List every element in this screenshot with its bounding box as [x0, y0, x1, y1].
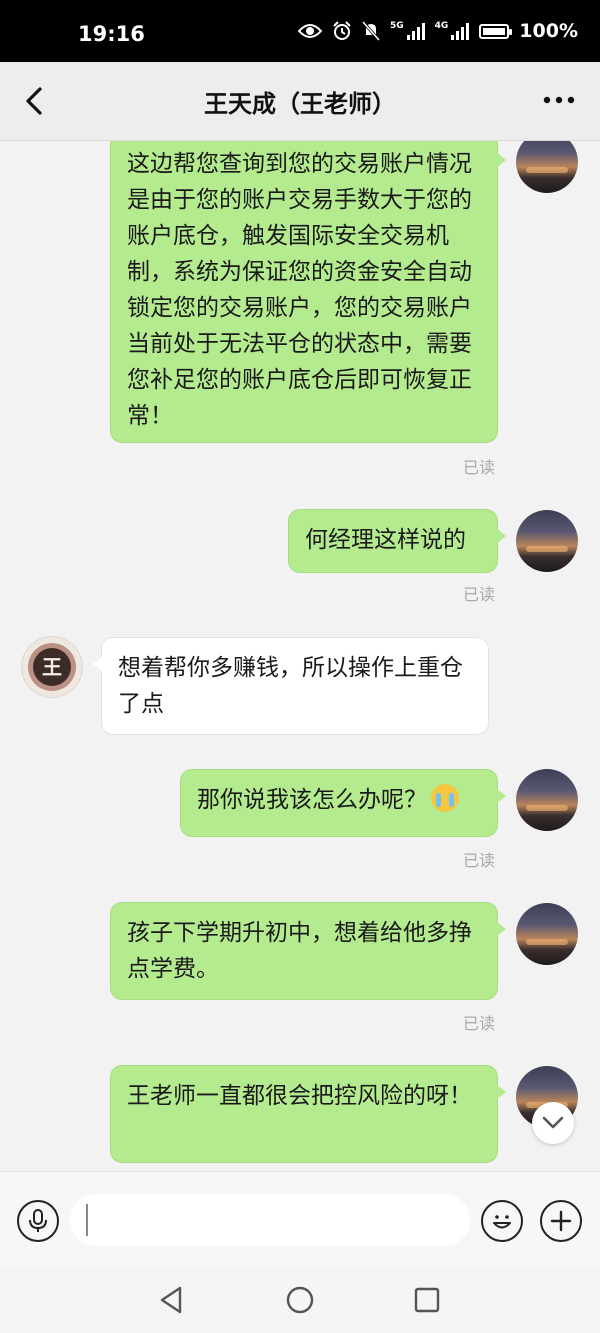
- message-text: 这边帮您查询到您的交易账户情况是由于您的账户交易手数大于您的账户底仓，触发国际安…: [127, 151, 472, 429]
- message-bubble-sent[interactable]: 那你说我该怎么办呢？: [180, 769, 506, 837]
- user-avatar[interactable]: [516, 769, 578, 831]
- message-text: 何经理这样说的: [305, 527, 466, 553]
- chevron-down-icon: [542, 1116, 564, 1129]
- message-text: 那你说我该怎么办呢？: [197, 787, 427, 813]
- read-status: 已读: [463, 458, 496, 477]
- mute-icon: [361, 21, 380, 41]
- system-nav-bar: [0, 1267, 600, 1333]
- avatar-letter: 王: [33, 648, 71, 686]
- user-avatar[interactable]: [516, 510, 578, 572]
- chat-header: 王天成（王老师）: [0, 62, 600, 141]
- read-status: 已读: [463, 851, 496, 870]
- input-bar: [0, 1171, 600, 1268]
- alarm-icon: [333, 21, 351, 40]
- eye-icon: [297, 24, 322, 38]
- emoji-button[interactable]: [481, 1200, 523, 1242]
- more-dots-icon[interactable]: [542, 90, 576, 110]
- crying-face-icon: [431, 784, 459, 812]
- plus-button[interactable]: [540, 1200, 582, 1242]
- message-input[interactable]: [70, 1194, 470, 1246]
- user-avatar[interactable]: [516, 141, 578, 193]
- signal-icon-4g: 4G: [435, 22, 470, 40]
- signal-icon-5g: 5G: [390, 22, 425, 40]
- status-icons: 5G 4G 100%: [297, 20, 578, 42]
- battery-percent: 100%: [519, 20, 578, 42]
- scroll-to-bottom-button[interactable]: [532, 1102, 574, 1144]
- battery-icon: [479, 23, 513, 39]
- nav-back-icon[interactable]: [156, 1284, 188, 1316]
- message-text: 孩子下学期升初中，想着给他多挣点学费。: [127, 920, 472, 982]
- plus-icon: [550, 1210, 572, 1232]
- read-status: 已读: [463, 1014, 496, 1033]
- network-label-5g: 5G: [389, 21, 404, 31]
- voice-button[interactable]: [17, 1200, 59, 1242]
- nav-recents-icon[interactable]: [411, 1284, 443, 1316]
- teacher-avatar[interactable]: 王: [22, 637, 82, 697]
- message-bubble-received[interactable]: 想着帮你多赚钱，所以操作上重仓了点: [93, 637, 489, 735]
- read-status: 已读: [463, 585, 496, 604]
- message-bubble-sent[interactable]: 王老师一直都很会把控风险的呀！: [110, 1065, 506, 1163]
- nav-home-icon[interactable]: [284, 1284, 316, 1316]
- chat-title: 王天成（王老师）: [204, 90, 396, 118]
- network-label-4g: 4G: [434, 21, 449, 31]
- message-text: 想着帮你多赚钱，所以操作上重仓了点: [118, 655, 463, 717]
- message-text: 王老师一直都很会把控风险的呀！: [127, 1083, 472, 1109]
- message-list[interactable]: 这边帮您查询到您的交易账户情况是由于您的账户交易手数大于您的账户底仓，触发国际安…: [0, 141, 600, 1171]
- microphone-icon: [29, 1209, 47, 1232]
- emoji-icon: [493, 1215, 511, 1229]
- message-bubble-sent[interactable]: 何经理这样说的: [288, 509, 506, 573]
- text-caret: [86, 1204, 88, 1236]
- status-bar: 19:16 5G 4G 100%: [0, 0, 600, 62]
- message-bubble-sent[interactable]: 这边帮您查询到您的交易账户情况是由于您的账户交易手数大于您的账户底仓，触发国际安…: [110, 141, 506, 443]
- user-avatar[interactable]: [516, 903, 578, 965]
- message-bubble-sent[interactable]: 孩子下学期升初中，想着给他多挣点学费。: [110, 902, 506, 1000]
- status-time: 19:16: [78, 22, 145, 46]
